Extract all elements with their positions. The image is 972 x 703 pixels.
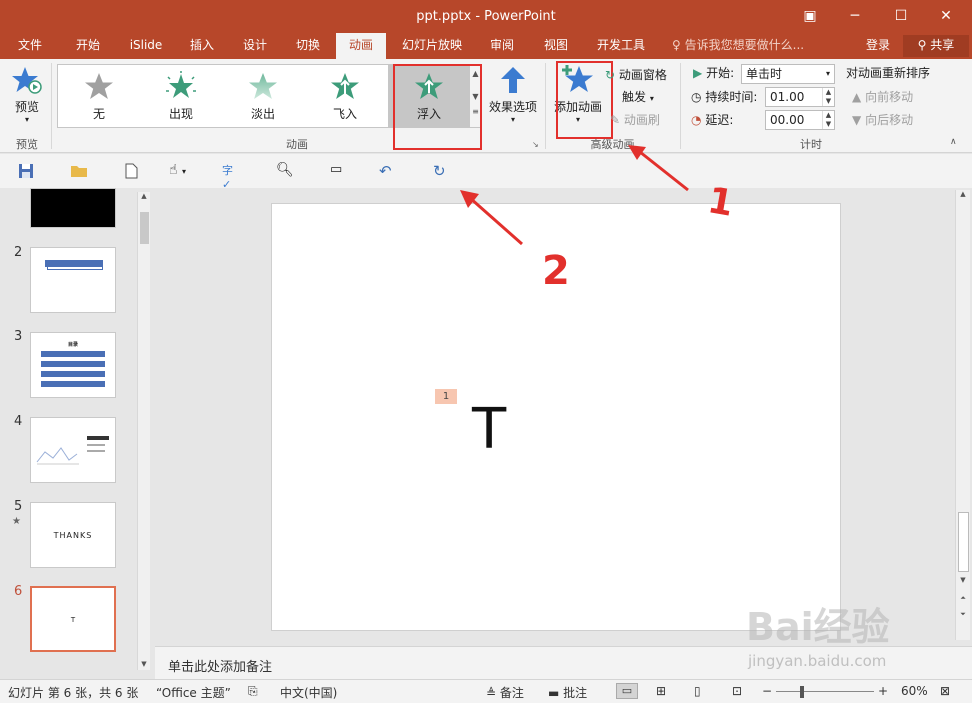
watermark-brand: Bai经验 (746, 605, 890, 649)
comments-button[interactable]: ▬ 批注 (548, 684, 587, 701)
baidu-watermark: Bai经验 jingyan.baidu.com (746, 596, 936, 676)
comments-label: 批注 (563, 686, 588, 700)
watermark-url: jingyan.baidu.com (748, 652, 887, 670)
zoom-out-button[interactable]: − (762, 684, 772, 698)
slide-info: 幻灯片 第 6 张，共 6 张 (8, 686, 139, 700)
theme-name: “Office 主题” (156, 686, 231, 700)
zoom-in-button[interactable]: + (878, 684, 888, 698)
slideshow-view-icon[interactable]: ⊡ (732, 684, 742, 698)
annotation-number-2: 2 (542, 248, 570, 294)
zoom-slider[interactable] (776, 691, 874, 692)
notes-icon: ≜ (486, 686, 497, 700)
status-bar: 幻灯片 第 6 张，共 6 张 “Office 主题” ⎘ 中文(中国) ≜ 备… (0, 679, 972, 703)
notes-button[interactable]: ≜ 备注 (486, 684, 524, 701)
zoom-slider-thumb[interactable] (800, 686, 804, 698)
slide-sorter-icon[interactable]: ⊞ (656, 684, 666, 698)
accessibility-icon[interactable]: ⎘ (248, 684, 258, 699)
comment-icon: ▬ (548, 686, 560, 700)
zoom-level[interactable]: 60% (901, 684, 928, 698)
reading-view-icon[interactable]: ▯ (694, 684, 701, 698)
notes-placeholder: 单击此处添加备注 (168, 660, 273, 675)
notes-label: 备注 (499, 686, 524, 700)
normal-view-icon[interactable]: ▭ (616, 683, 638, 699)
fit-to-window-icon[interactable]: ⊠ (940, 684, 950, 698)
language[interactable]: 中文(中国) (280, 684, 337, 701)
